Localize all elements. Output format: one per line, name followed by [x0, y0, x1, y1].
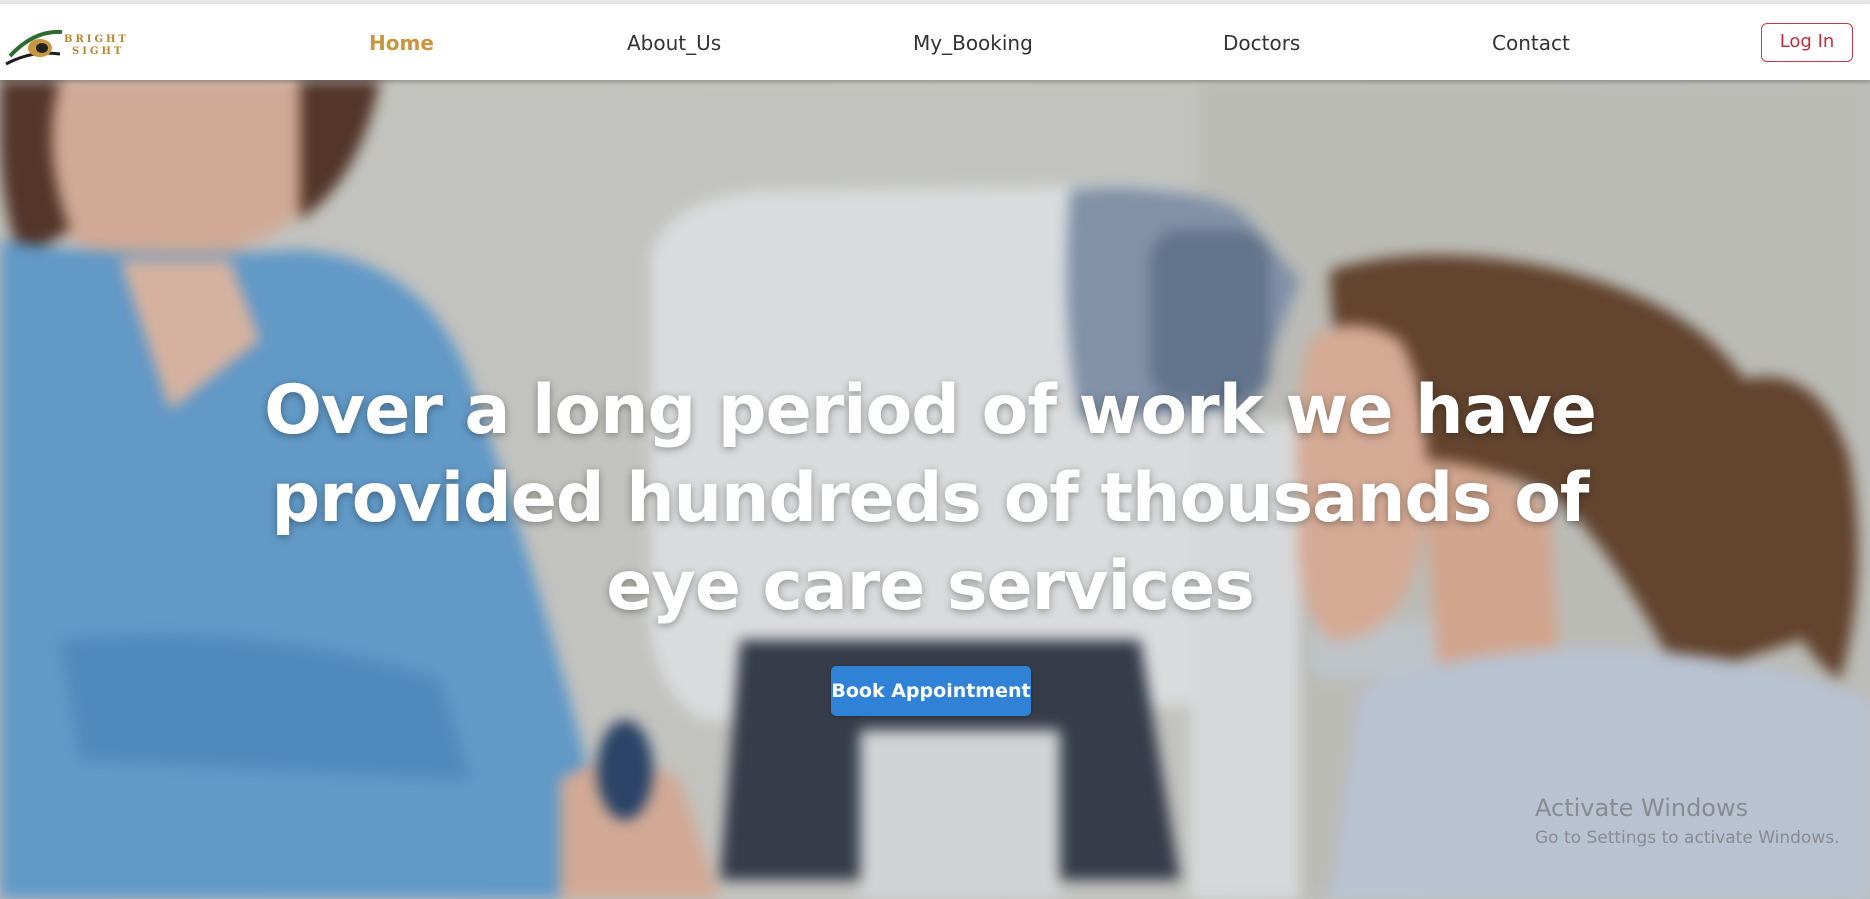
nav-doctors[interactable]: Doctors — [1223, 31, 1300, 55]
brand-logo[interactable]: BRIGHT SIGHT — [4, 20, 139, 70]
navbar: BRIGHT SIGHT Home About_Us My_Booking Do… — [0, 4, 1870, 80]
hero-headline: Over a long period of work we have provi… — [264, 371, 1597, 626]
hero-section: Over a long period of work we have provi… — [0, 80, 1870, 899]
nav-my-booking[interactable]: My_Booking — [913, 31, 1033, 55]
windows-activation-title: Activate Windows — [1535, 794, 1749, 822]
brand-line2: SIGHT — [72, 46, 125, 57]
book-appointment-button[interactable]: Book Appointment — [831, 666, 1031, 716]
nav-contact[interactable]: Contact — [1492, 31, 1570, 55]
brand-line1: BRIGHT — [64, 34, 129, 45]
login-button[interactable]: Log In — [1761, 23, 1853, 62]
windows-activation-subtitle: Go to Settings to activate Windows. — [1535, 828, 1840, 848]
nav-about-us[interactable]: About_Us — [627, 31, 721, 55]
brand-wordmark: BRIGHT SIGHT — [64, 34, 129, 58]
nav-home[interactable]: Home — [369, 31, 434, 55]
